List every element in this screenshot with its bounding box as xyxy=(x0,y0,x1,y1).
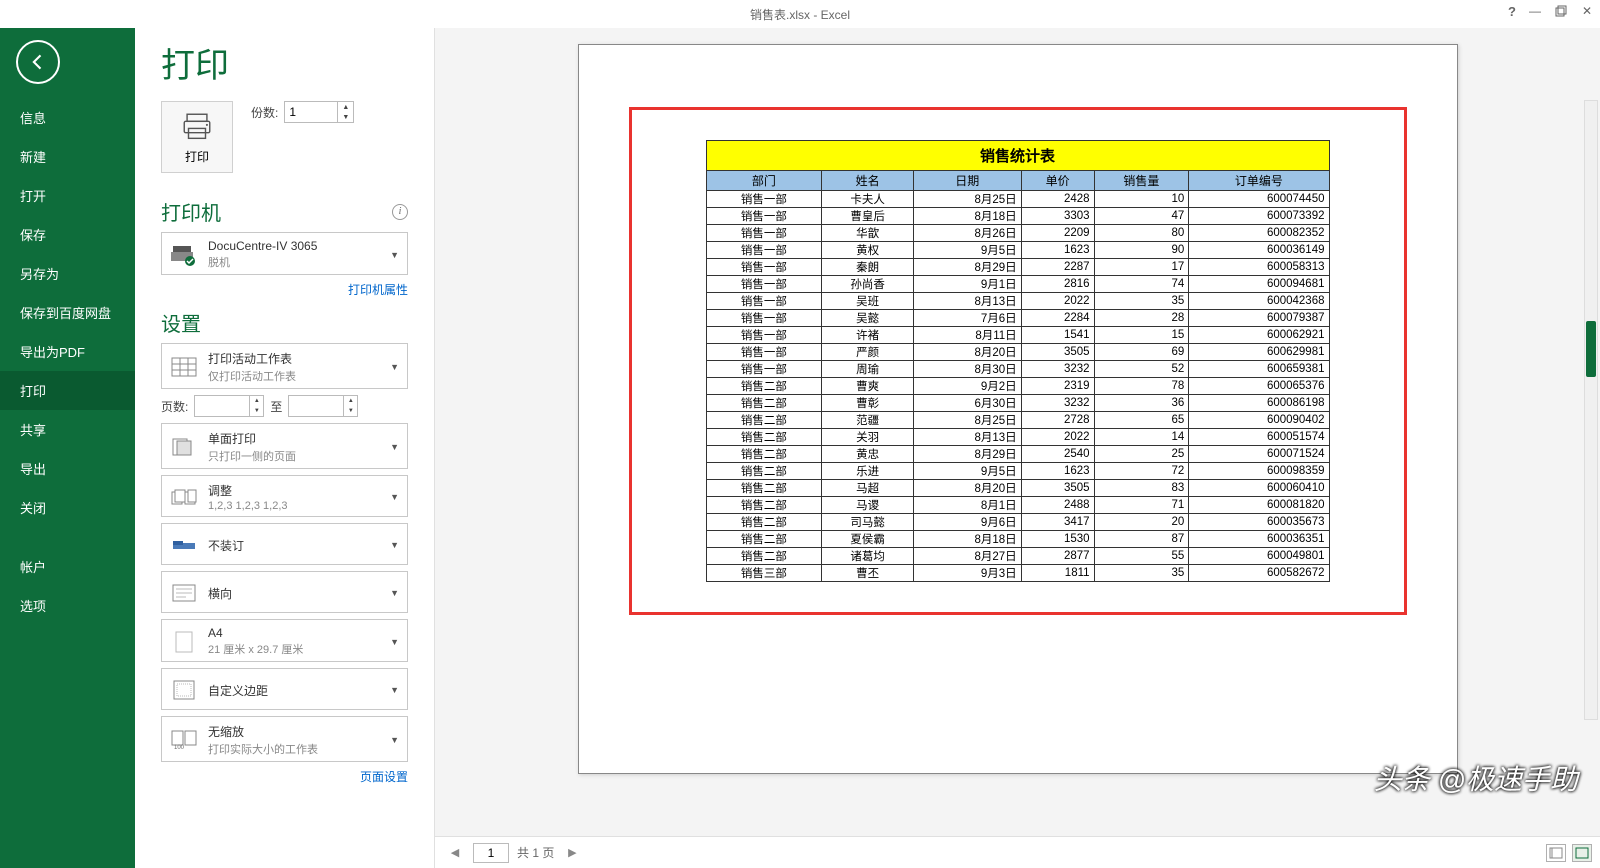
chevron-down-icon: ▼ xyxy=(390,540,399,550)
sidebar-item-9[interactable]: 导出 xyxy=(0,449,135,488)
show-margins-button[interactable] xyxy=(1546,844,1566,862)
sidebar-item-4[interactable]: 另存为 xyxy=(0,254,135,293)
chevron-down-icon: ▼ xyxy=(390,588,399,598)
sidebar-footer-0[interactable]: 帐户 xyxy=(0,547,135,586)
page-setup-link[interactable]: 页面设置 xyxy=(161,768,408,785)
backstage-sidebar: 信息新建打开保存另存为保存到百度网盘导出为PDF打印共享导出关闭 帐户选项 xyxy=(0,28,135,868)
sidebar-item-2[interactable]: 打开 xyxy=(0,176,135,215)
staple-icon xyxy=(170,533,198,557)
zoom-to-page-button[interactable] xyxy=(1572,844,1592,862)
print-preview: 销售统计表部门姓名日期单价销售量订单编号销售一部卡夫人8月25日24281060… xyxy=(435,28,1600,836)
sidebar-item-6[interactable]: 导出为PDF xyxy=(0,332,135,371)
chevron-down-icon: ▼ xyxy=(390,362,399,372)
no-scaling-icon: 100 xyxy=(170,728,198,752)
sidebar-item-7[interactable]: 打印 xyxy=(0,371,135,410)
page-total-label: 共 1 页 xyxy=(517,844,554,861)
chevron-down-icon: ▼ xyxy=(390,685,399,695)
svg-text:100: 100 xyxy=(174,745,185,750)
sheets-icon xyxy=(170,355,198,379)
settings-section-heading: 设置 xyxy=(161,308,201,337)
page-to-spinner[interactable]: ▲▼ xyxy=(344,395,358,417)
page-icon xyxy=(170,630,198,654)
minimize-icon[interactable]: — xyxy=(1528,4,1542,18)
printer-icon xyxy=(180,110,214,144)
sidebar-item-10[interactable]: 关闭 xyxy=(0,488,135,527)
paper-size-select[interactable]: A421 厘米 x 29.7 厘米 ▼ xyxy=(161,619,408,662)
sides-select[interactable]: 单面打印只打印一侧的页面 ▼ xyxy=(161,423,408,469)
page-from-input[interactable] xyxy=(194,395,250,417)
print-what-select[interactable]: 打印活动工作表仅打印活动工作表 ▼ xyxy=(161,343,408,389)
print-settings-pane: 打印 打印 份数: ▲▼ 打印机 i DocuCentre-IV xyxy=(135,28,435,868)
chevron-down-icon: ▼ xyxy=(390,492,399,502)
single-side-icon xyxy=(170,435,198,459)
sidebar-footer-1[interactable]: 选项 xyxy=(0,586,135,625)
chevron-down-icon: ▼ xyxy=(390,442,399,452)
window-title: 销售表.xlsx - Excel xyxy=(750,6,850,23)
chevron-down-icon: ▼ xyxy=(390,637,399,647)
print-area-border: 销售统计表部门姓名日期单价销售量订单编号销售一部卡夫人8月25日24281060… xyxy=(629,107,1407,615)
printer-status-icon xyxy=(170,243,198,267)
orientation-select[interactable]: 横向 ▼ xyxy=(161,571,408,613)
printer-section-heading: 打印机 xyxy=(161,197,221,226)
print-heading: 打印 xyxy=(161,38,408,87)
margins-select[interactable]: 自定义边距 ▼ xyxy=(161,668,408,710)
pages-label: 页数: xyxy=(161,398,188,415)
next-page-button[interactable]: ▶ xyxy=(562,843,582,863)
prev-page-button[interactable]: ◀ xyxy=(445,843,465,863)
info-icon[interactable]: i xyxy=(392,204,408,220)
collate-select[interactable]: 调整1,2,3 1,2,3 1,2,3 ▼ xyxy=(161,475,408,517)
page-from-spinner[interactable]: ▲▼ xyxy=(250,395,264,417)
landscape-icon xyxy=(170,581,198,605)
current-page-input[interactable] xyxy=(473,843,509,863)
chevron-down-icon: ▼ xyxy=(390,250,399,260)
close-icon[interactable]: ✕ xyxy=(1580,4,1594,18)
sidebar-item-1[interactable]: 新建 xyxy=(0,137,135,176)
sidebar-item-0[interactable]: 信息 xyxy=(0,98,135,137)
preview-page: 销售统计表部门姓名日期单价销售量订单编号销售一部卡夫人8月25日24281060… xyxy=(578,44,1458,774)
printer-properties-link[interactable]: 打印机属性 xyxy=(161,281,408,298)
sidebar-item-3[interactable]: 保存 xyxy=(0,215,135,254)
collate-icon xyxy=(170,485,198,509)
copies-input[interactable] xyxy=(284,101,338,123)
page-to-input[interactable] xyxy=(288,395,344,417)
data-table: 销售统计表部门姓名日期单价销售量订单编号销售一部卡夫人8月25日24281060… xyxy=(706,140,1330,582)
print-button[interactable]: 打印 xyxy=(161,101,233,173)
scaling-select[interactable]: 100 无缩放打印实际大小的工作表 ▼ xyxy=(161,716,408,762)
back-button[interactable] xyxy=(16,40,60,84)
printer-select[interactable]: DocuCentre-IV 3065 脱机 ▼ xyxy=(161,232,408,275)
copies-spinner[interactable]: ▲▼ xyxy=(338,101,354,123)
chevron-down-icon: ▼ xyxy=(390,735,399,745)
help-icon[interactable]: ? xyxy=(1508,4,1516,19)
restore-icon[interactable] xyxy=(1554,4,1568,18)
sidebar-item-5[interactable]: 保存到百度网盘 xyxy=(0,293,135,332)
staple-select[interactable]: 不装订 ▼ xyxy=(161,523,408,565)
copies-label: 份数: xyxy=(251,104,278,121)
sidebar-item-8[interactable]: 共享 xyxy=(0,410,135,449)
margins-icon xyxy=(170,678,198,702)
pages-to-label: 至 xyxy=(270,398,282,415)
vertical-scrollbar[interactable] xyxy=(1584,100,1598,720)
